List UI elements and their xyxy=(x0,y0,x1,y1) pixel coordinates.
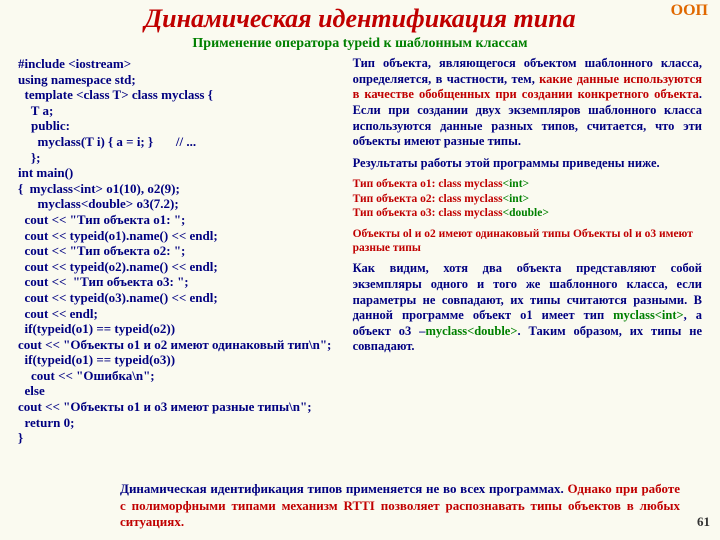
page-subtitle: Применение оператора typeid к шаблонным … xyxy=(18,36,702,52)
paragraph: Результаты работы этой программы приведе… xyxy=(353,156,702,172)
code-line: if(typeid(o1) == typeid(o2)) xyxy=(18,321,341,337)
code-line: myclass(T i) { a = i; } // ... xyxy=(18,134,341,150)
output-line: Тип объекта o3: class myclass<double> xyxy=(353,206,702,220)
text: Динамическая идентификация типов применя… xyxy=(120,481,567,496)
code-line: } xyxy=(18,430,341,446)
code-line: cout << typeid(o2).name() << endl; xyxy=(18,259,341,275)
code-line: template <class T> class myclass { xyxy=(18,87,341,103)
text-type: <double> xyxy=(503,207,549,219)
page-title: Динамическая идентификация типа xyxy=(18,4,702,34)
code-line: cout << endl; xyxy=(18,306,341,322)
code-line: cout << "Объекты o1 и o2 имеют одинаковы… xyxy=(18,337,341,353)
paragraph: Тип объекта, являющегося объектом шаблон… xyxy=(353,56,702,150)
code-line: return 0; xyxy=(18,415,341,431)
code-line: }; xyxy=(18,150,341,166)
code-line: cout << typeid(o1).name() << endl; xyxy=(18,228,341,244)
output-line: Объекты ol и o2 имеют одинаковый типы Об… xyxy=(353,227,702,256)
text: Тип объекта o3: class myclass xyxy=(353,207,503,219)
page-number: 61 xyxy=(697,514,710,530)
text-type: myclass<int> xyxy=(613,308,684,322)
code-block: #include <iostream> using namespace std;… xyxy=(18,56,341,446)
code-line: cout << "Тип объекта o2: "; xyxy=(18,243,341,259)
text: Тип объекта o1: class myclass xyxy=(353,178,503,190)
paragraph: Как видим, хотя два объекта представляют… xyxy=(353,261,702,355)
oop-tag: ООП xyxy=(671,2,708,20)
text: Тип объекта o2: class myclass xyxy=(353,193,503,205)
code-line: cout << "Тип объекта o3: "; xyxy=(18,274,341,290)
output-line: Тип объекта o1: class myclass<int> xyxy=(353,177,702,191)
code-line: cout << typeid(o3).name() << endl; xyxy=(18,290,341,306)
code-line: public: xyxy=(18,118,341,134)
text-type: myclass<double> xyxy=(425,324,517,338)
text-type: <int> xyxy=(503,178,530,190)
footer-note: Динамическая идентификация типов применя… xyxy=(120,481,680,530)
code-line: using namespace std; xyxy=(18,72,341,88)
code-line: cout << "Тип объекта o1: "; xyxy=(18,212,341,228)
code-line: { myclass<int> o1(10), o2(9); xyxy=(18,181,341,197)
code-line: myclass<double> o3(7.2); xyxy=(18,196,341,212)
code-line: else xyxy=(18,383,341,399)
code-line: cout << "Ошибка\n"; xyxy=(18,368,341,384)
text-type: <int> xyxy=(503,193,530,205)
code-line: cout << "Объекты o1 и o3 имеют разные ти… xyxy=(18,399,341,415)
code-line: if(typeid(o1) == typeid(o3)) xyxy=(18,352,341,368)
code-line: T a; xyxy=(18,103,341,119)
output-line: Тип объекта o2: class myclass<int> xyxy=(353,192,702,206)
code-line: int main() xyxy=(18,165,341,181)
code-line: #include <iostream> xyxy=(18,56,341,72)
explanation-block: Тип объекта, являющегося объектом шаблон… xyxy=(353,56,702,446)
